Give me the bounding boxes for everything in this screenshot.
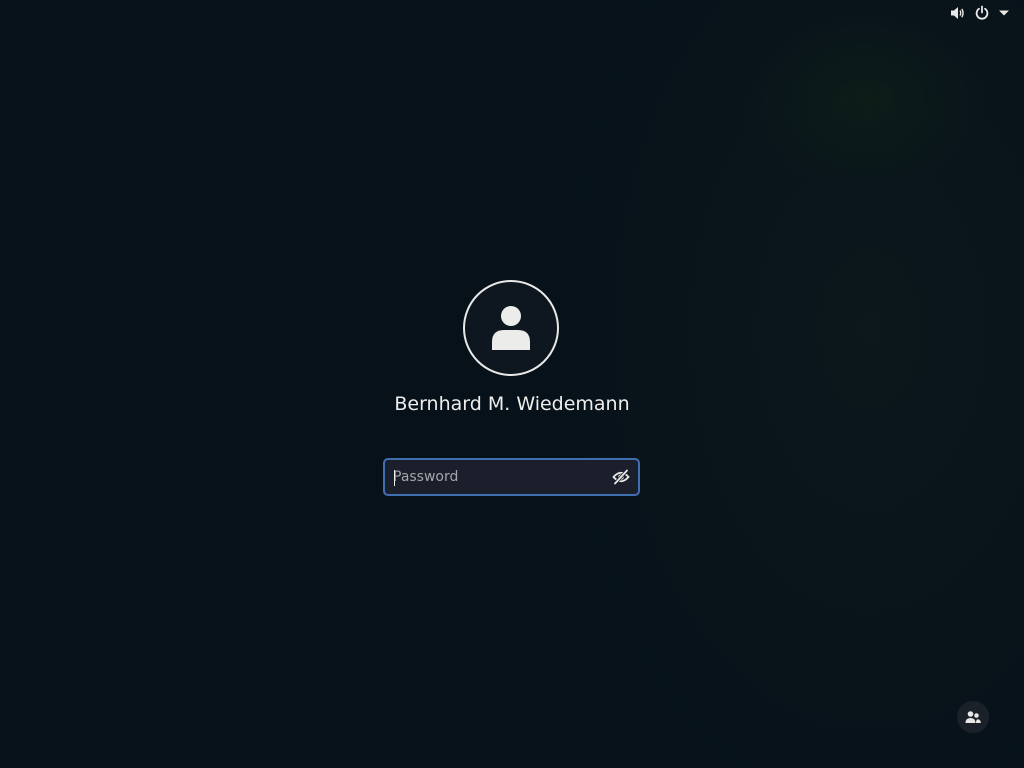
password-input[interactable] xyxy=(385,460,604,494)
text-cursor xyxy=(394,470,395,486)
switch-user-button[interactable] xyxy=(957,701,989,733)
password-field[interactable] xyxy=(383,458,640,496)
eye-slash-icon[interactable] xyxy=(604,460,638,494)
switch-user-icon xyxy=(965,710,981,724)
user-name-label[interactable]: Bernhard M. Wiedemann xyxy=(312,391,712,417)
login-dialog: Bernhard M. Wiedemann xyxy=(0,0,1024,768)
user-avatar-icon xyxy=(463,280,559,376)
